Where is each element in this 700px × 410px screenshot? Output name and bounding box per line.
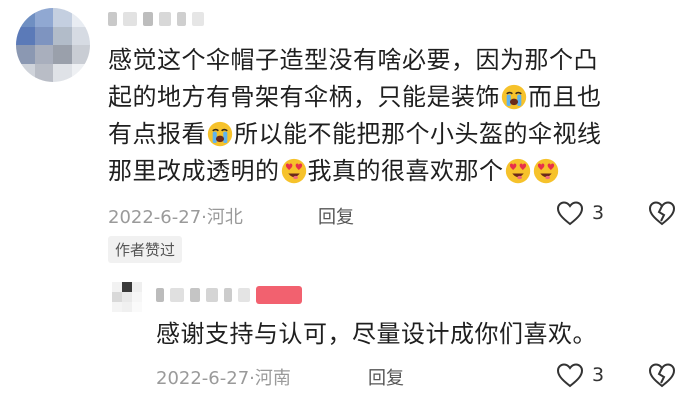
text-segment: 起的地方有骨架有伞柄，只能是装饰 bbox=[108, 83, 500, 111]
reply-username[interactable] bbox=[156, 286, 302, 304]
text-segment: 我真的很喜欢那个 bbox=[307, 157, 504, 185]
comment-line: 有点报看 所以能不能把那个小头盔的伞视线 bbox=[108, 116, 688, 153]
broken-heart-icon bbox=[648, 201, 676, 226]
text-segment: 而且也 bbox=[528, 83, 602, 111]
reply-dislike-button[interactable] bbox=[648, 362, 676, 388]
reply-reply-button[interactable]: 回复 bbox=[368, 364, 404, 390]
comment-text: 感觉这个伞帽子造型没有啥必要，因为那个凸 起的地方有骨架有伞柄，只能是装饰 而且也… bbox=[108, 42, 688, 190]
reply-date: 2022-6-27 bbox=[156, 368, 250, 389]
crying-face-emoji bbox=[207, 121, 233, 147]
comment-location: 河北 bbox=[206, 207, 243, 228]
heart-outline-icon bbox=[556, 201, 584, 226]
text-segment: 感觉这个伞帽子造型没有啥必要，因为那个凸 bbox=[108, 46, 598, 74]
avatar[interactable] bbox=[16, 8, 90, 82]
dislike-button[interactable] bbox=[648, 200, 676, 226]
username[interactable] bbox=[108, 12, 204, 26]
reply-meta: 2022-6-27·河南 bbox=[156, 364, 291, 390]
author-liked-badge: 作者赞过 bbox=[108, 236, 183, 263]
comment-meta: 2022-6-27·河北 bbox=[108, 203, 243, 229]
text-segment: 那里改成透明的 bbox=[108, 157, 280, 185]
reply-button[interactable]: 回复 bbox=[318, 203, 354, 229]
like-button[interactable]: 3 bbox=[556, 200, 604, 226]
comment-line: 那里改成透明的 我真的很喜欢那个 bbox=[108, 153, 688, 190]
text-segment: 有点报看 bbox=[108, 120, 206, 148]
comment-line: 感觉这个伞帽子造型没有啥必要，因为那个凸 bbox=[108, 42, 688, 79]
reply-location: 河南 bbox=[254, 368, 291, 389]
heart-eyes-face-emoji bbox=[533, 158, 558, 184]
reply-like-button[interactable]: 3 bbox=[556, 362, 604, 388]
heart-outline-icon bbox=[556, 363, 584, 388]
broken-heart-icon bbox=[648, 363, 676, 388]
reply-avatar[interactable] bbox=[112, 282, 142, 312]
heart-eyes-face-emoji bbox=[505, 158, 530, 184]
like-count: 3 bbox=[592, 202, 605, 224]
comment-date: 2022-6-27 bbox=[108, 207, 202, 228]
reply-text: 感谢支持与认可，尽量设计成你们喜欢。 bbox=[156, 320, 597, 348]
comment-line: 起的地方有骨架有伞柄，只能是装饰 而且也 bbox=[108, 79, 688, 116]
heart-eyes-face-emoji bbox=[281, 158, 306, 184]
crying-face-emoji bbox=[501, 84, 527, 110]
reply-like-count: 3 bbox=[592, 364, 605, 386]
text-segment: 所以能不能把那个小头盔的伞视线 bbox=[234, 120, 602, 148]
